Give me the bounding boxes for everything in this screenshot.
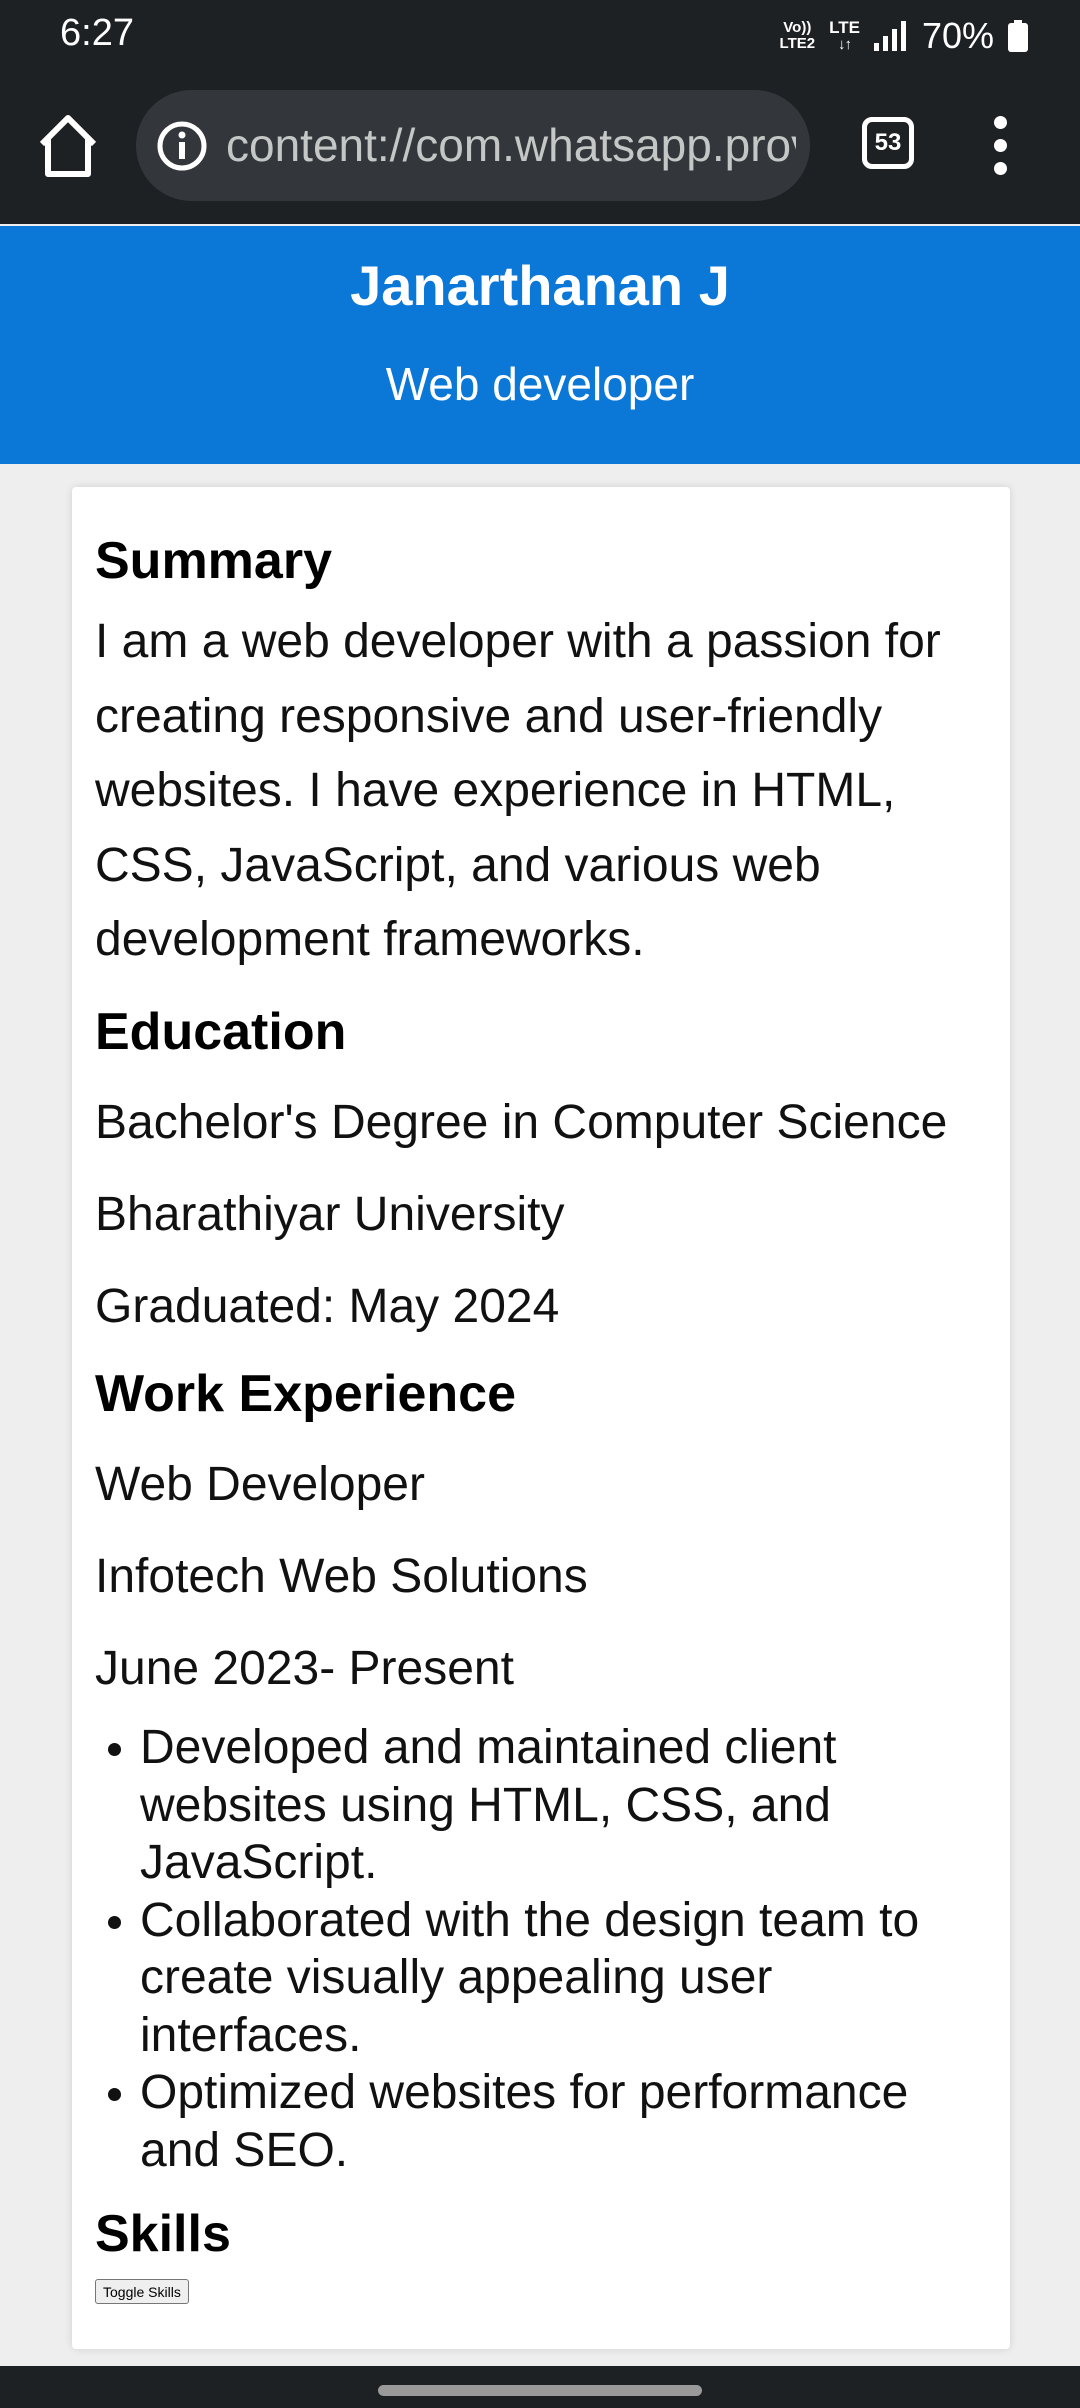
education-degree: Bachelor's Degree in Computer Science	[95, 1096, 948, 1149]
job-title: Web developer	[385, 358, 695, 410]
experience-duties-list: Developed and maintained client websites…	[95, 1719, 995, 2179]
home-icon[interactable]	[36, 110, 100, 182]
toggle-skills-button[interactable]: Toggle Skills	[95, 2279, 189, 2304]
navigation-bar	[0, 2366, 1080, 2408]
summary-heading: Summary	[95, 532, 332, 590]
experience-role: Web Developer	[95, 1458, 425, 1511]
info-icon[interactable]	[156, 120, 208, 172]
battery-icon	[1008, 20, 1028, 52]
person-name: Janarthanan J	[350, 254, 730, 317]
education-heading: Education	[95, 1003, 347, 1061]
tab-switcher-button[interactable]: 53	[862, 117, 914, 169]
experience-company: Infotech Web Solutions	[95, 1550, 588, 1603]
experience-heading: Work Experience	[95, 1365, 517, 1423]
list-item: Collaborated with the design team to cre…	[95, 1892, 995, 2065]
signal-icon	[873, 21, 906, 51]
summary-text: I am a web developer with a passion for …	[95, 615, 941, 966]
tab-count: 53	[874, 129, 902, 156]
status-icons: Vo)) LTE2 LTE ↓↑ 70%	[780, 14, 1028, 58]
experience-period: June 2023- Present	[95, 1642, 514, 1695]
gesture-handle[interactable]	[378, 2385, 702, 2396]
url-text[interactable]: content://com.whatsapp.provider.media/it…	[226, 118, 796, 172]
battery-percent: 70%	[921, 15, 994, 56]
status-time: 6:27	[60, 12, 134, 54]
browser-toolbar: content://com.whatsapp.provider.media/it…	[0, 72, 1080, 224]
status-bar: 6:27 Vo)) LTE2 LTE ↓↑ 70%	[0, 0, 1080, 72]
skills-heading: Skills	[95, 2205, 231, 2263]
education-graduated: Graduated: May 2024	[95, 1280, 560, 1333]
list-item: Optimized websites for performance and S…	[95, 2064, 995, 2179]
education-institution: Bharathiyar University	[95, 1188, 565, 1241]
volte-icon: Vo)) LTE2	[779, 19, 816, 52]
list-item: Developed and maintained client websites…	[95, 1719, 995, 1892]
address-bar[interactable]: content://com.whatsapp.provider.media/it…	[136, 90, 810, 201]
resume-header: Janarthanan J Web developer	[0, 226, 1080, 464]
more-menu-icon[interactable]	[980, 110, 1020, 182]
resume-card: Summary I am a web developer with a pass…	[72, 487, 1010, 2349]
lte-icon: LTE ↓↑	[829, 18, 860, 53]
